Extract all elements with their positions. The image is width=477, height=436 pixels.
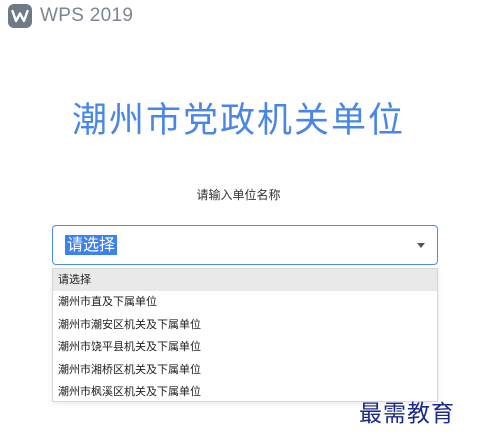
unit-dropdown-list: 请选择 潮州市直及下属单位 潮州市潮安区机关及下属单位 潮州市饶平县机关及下属单… [52,268,438,402]
app-brand: WPS 2019 [8,2,133,30]
app-name: WPS 2019 [40,5,134,26]
page-title: 潮州市党政机关单位 [71,101,405,141]
dropdown-option[interactable]: 潮州市潮安区机关及下属单位 [53,314,437,336]
dropdown-option[interactable]: 潮州市湘桥区机关及下属单位 [53,359,437,381]
unit-name-label: 请输入单位名称 [196,188,281,202]
chevron-down-icon[interactable] [417,243,425,248]
dropdown-option[interactable]: 潮州市饶平县机关及下属单位 [53,336,437,358]
wps-logo-icon [8,4,32,28]
dropdown-option[interactable]: 请选择 [53,269,437,292]
dropdown-option[interactable]: 潮州市直及下属单位 [53,291,437,313]
watermark: 最需教育 [359,401,455,427]
select-current-value: 请选择 [65,235,118,255]
unit-select[interactable]: 请选择 [52,225,438,265]
